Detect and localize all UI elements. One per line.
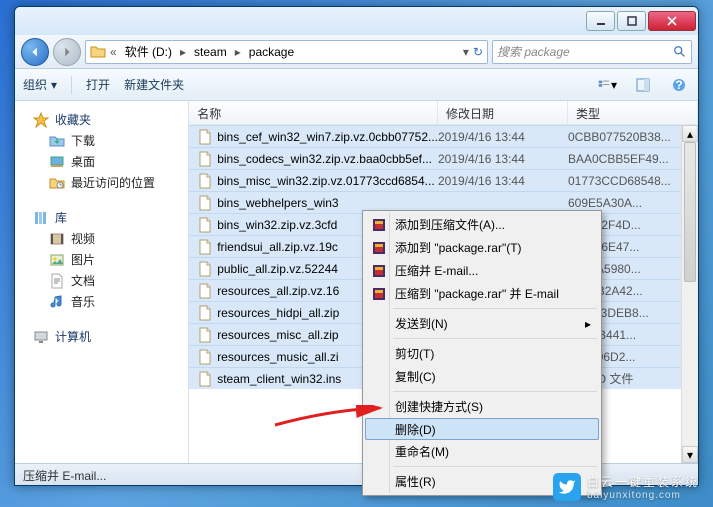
minimize-button[interactable]	[586, 11, 615, 31]
nav-music[interactable]: 音乐	[15, 291, 188, 312]
scroll-down-icon[interactable]: ▾	[682, 446, 698, 463]
ctx-cut[interactable]: 剪切(T)	[365, 342, 599, 365]
file-type: 01773CCD68548...	[568, 174, 698, 188]
nav-downloads[interactable]: 下载	[15, 130, 188, 151]
file-name: bins_cef_win32_win7.zip.vz.0cbb07752...	[217, 130, 438, 144]
file-icon	[197, 151, 213, 167]
ctx-compress-email[interactable]: 压缩并 E-mail...	[365, 259, 599, 282]
ctx-compress-pkg-email[interactable]: 压缩到 "package.rar" 并 E-mail	[365, 282, 599, 305]
nav-video[interactable]: 视频	[15, 228, 188, 249]
rar-icon	[371, 286, 387, 302]
file-date: 2019/4/16 13:44	[438, 174, 568, 188]
file-icon	[197, 283, 213, 299]
newfolder-button[interactable]: 新建文件夹	[124, 76, 184, 93]
watermark-brand: 白云一键重装系统	[587, 475, 699, 489]
breadcrumb-seg[interactable]: 软件 (D:)	[121, 43, 176, 60]
file-type: 0CBB077520B38...	[568, 130, 698, 144]
rar-icon	[371, 217, 387, 233]
preview-button[interactable]	[632, 74, 654, 96]
nav-favorites[interactable]: 收藏夹	[15, 109, 188, 130]
breadcrumb-seg[interactable]: steam	[190, 45, 231, 59]
file-row[interactable]: bins_misc_win32.zip.vz.01773ccd6854... 2…	[189, 169, 698, 191]
file-icon	[197, 239, 213, 255]
file-type: BAA0CBB5EF49...	[568, 152, 698, 166]
context-menu: 添加到压缩文件(A)... 添加到 "package.rar"(T) 压缩并 E…	[362, 210, 602, 496]
svg-text:?: ?	[675, 78, 682, 92]
search-placeholder: 搜索 package	[497, 43, 570, 60]
close-button[interactable]	[648, 11, 696, 31]
file-name: bins_webhelpers_win3	[217, 196, 438, 210]
col-name[interactable]: 名称	[189, 101, 438, 124]
file-icon	[197, 173, 213, 189]
chevron-icon: «	[110, 45, 117, 59]
organize-button[interactable]: 组织 ▾	[23, 76, 57, 93]
refresh-icon[interactable]: ↻	[473, 45, 483, 59]
chevron-icon: ▸	[235, 45, 241, 59]
help-button[interactable]: ?	[668, 74, 690, 96]
col-date[interactable]: 修改日期	[438, 101, 568, 124]
file-row[interactable]: bins_cef_win32_win7.zip.vz.0cbb07752... …	[189, 125, 698, 147]
search-box[interactable]: 搜索 package	[492, 40, 692, 64]
file-icon	[197, 305, 213, 321]
file-date: 2019/4/16 13:44	[438, 152, 568, 166]
scroll-up-icon[interactable]: ▴	[682, 125, 698, 142]
open-button[interactable]: 打开	[86, 76, 110, 93]
submenu-arrow-icon: ▸	[585, 317, 591, 331]
navbar: « 软件 (D:) ▸ steam ▸ package ▾ ↻ 搜索 packa…	[15, 35, 698, 69]
watermark-url: baiyunxitong.com	[587, 490, 699, 501]
ctx-rename[interactable]: 重命名(M)	[365, 440, 599, 463]
watermark: 白云一键重装系统 baiyunxitong.com	[553, 473, 699, 501]
dropdown-icon[interactable]: ▾	[463, 45, 469, 59]
file-icon	[197, 349, 213, 365]
col-type[interactable]: 类型	[568, 101, 698, 124]
toolbar: 组织 ▾ 打开 新建文件夹 ▾ ?	[15, 69, 698, 101]
ctx-delete[interactable]: 删除(D)	[365, 418, 599, 440]
nav-desktop[interactable]: 桌面	[15, 151, 188, 172]
forward-button[interactable]	[53, 38, 81, 66]
file-icon	[197, 217, 213, 233]
watermark-logo-icon	[553, 473, 581, 501]
nav-libraries[interactable]: 库	[15, 207, 188, 228]
file-name: bins_misc_win32.zip.vz.01773ccd6854...	[217, 174, 438, 188]
file-row[interactable]: bins_codecs_win32.zip.vz.baa0cbb5ef... 2…	[189, 147, 698, 169]
scrollbar[interactable]: ▴ ▾	[681, 125, 698, 463]
maximize-button[interactable]	[617, 11, 646, 31]
ctx-sendto[interactable]: 发送到(N)▸	[365, 312, 599, 335]
back-button[interactable]	[21, 38, 49, 66]
scroll-thumb[interactable]	[684, 142, 696, 282]
breadcrumb-seg[interactable]: package	[245, 45, 298, 59]
file-name: bins_codecs_win32.zip.vz.baa0cbb5ef...	[217, 152, 438, 166]
rar-icon	[371, 240, 387, 256]
nav-computer[interactable]: 计算机	[15, 326, 188, 347]
ctx-add-pkg[interactable]: 添加到 "package.rar"(T)	[365, 236, 599, 259]
file-icon	[197, 371, 213, 387]
search-icon	[673, 45, 687, 59]
address-bar[interactable]: « 软件 (D:) ▸ steam ▸ package ▾ ↻	[85, 40, 488, 64]
file-icon	[197, 195, 213, 211]
ctx-shortcut[interactable]: 创建快捷方式(S)	[365, 395, 599, 418]
ctx-add-archive[interactable]: 添加到压缩文件(A)...	[365, 213, 599, 236]
nav-docs[interactable]: 文档	[15, 270, 188, 291]
file-icon	[197, 261, 213, 277]
nav-pane: 收藏夹 下载 桌面 最近访问的位置 库 视频 图片 文档 音乐 计算机	[15, 101, 189, 463]
folder-icon	[90, 44, 106, 60]
titlebar	[15, 7, 698, 35]
view-button[interactable]: ▾	[596, 74, 618, 96]
rar-icon	[371, 263, 387, 279]
file-type: 609E5A30A...	[568, 196, 698, 210]
file-icon	[197, 129, 213, 145]
column-headers: 名称 修改日期 类型	[189, 101, 698, 125]
chevron-icon: ▸	[180, 45, 186, 59]
ctx-copy[interactable]: 复制(C)	[365, 365, 599, 388]
nav-recent[interactable]: 最近访问的位置	[15, 172, 188, 193]
nav-pictures[interactable]: 图片	[15, 249, 188, 270]
file-icon	[197, 327, 213, 343]
file-date: 2019/4/16 13:44	[438, 130, 568, 144]
